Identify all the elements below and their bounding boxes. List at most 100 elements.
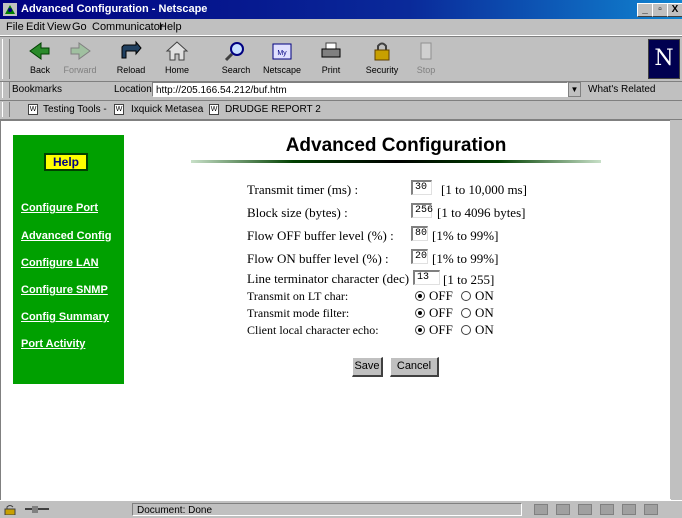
transmit-timer-hint: [1 to 10,000 ms] (441, 182, 527, 197)
back-label: Back (29, 65, 50, 75)
svg-text:My: My (277, 50, 287, 57)
toolbar-grip[interactable] (2, 39, 10, 79)
local-echo-off-radio[interactable] (415, 325, 425, 335)
back-button[interactable]: Back (22, 38, 58, 80)
transmit-mode-off-label: OFF (429, 305, 453, 320)
print-label: Print (321, 65, 341, 75)
transmit-lt-label: Transmit on LT char: (247, 289, 349, 303)
nav-configure-port[interactable]: Configure Port (21, 202, 98, 214)
nav-advanced-config[interactable]: Advanced Config (21, 230, 111, 242)
mail-icon[interactable] (556, 504, 570, 515)
status-text: Document: Done (132, 503, 522, 516)
line-terminator-input[interactable]: 13 (413, 270, 440, 285)
transmit-lt-on-radio[interactable] (461, 291, 471, 301)
close-button[interactable]: X (667, 3, 682, 17)
transmit-mode-on-label: ON (475, 305, 494, 320)
print-icon (321, 42, 341, 58)
forward-arrow-icon (70, 42, 91, 60)
block-size-label: Block size (bytes) : (247, 205, 348, 220)
search-icon (224, 42, 244, 62)
local-echo-label: Client local character echo: (247, 323, 379, 337)
transmit-mode-on-radio[interactable] (461, 308, 471, 318)
stop-button[interactable]: Stop (412, 38, 440, 80)
nav-configure-snmp[interactable]: Configure SNMP (21, 284, 108, 296)
bookmark-page-icon: W (114, 104, 124, 115)
window-title: Advanced Configuration - Netscape (21, 3, 208, 15)
composer-icon[interactable] (600, 504, 614, 515)
ixquick-link[interactable]: Ixquick Metasea (131, 104, 203, 115)
personal-toolbar: W Testing Tools - W Ixquick Metasea W DR… (0, 101, 682, 120)
help-button[interactable]: Help (44, 153, 88, 171)
flow-on-input[interactable]: 20 (411, 249, 428, 264)
page-content: Help Configure Port Advanced Config Conf… (0, 120, 671, 500)
transmit-timer-label: Transmit timer (ms) : (247, 182, 359, 197)
bookmark-page-icon: W (209, 104, 219, 115)
window-title-bar[interactable]: Advanced Configuration - Netscape _ ▫ X (0, 0, 682, 19)
forward-button[interactable]: Forward (60, 38, 100, 80)
edit-page-icon[interactable] (644, 504, 658, 515)
location-label: Location: (114, 84, 155, 95)
minimize-button[interactable]: _ (637, 3, 653, 17)
block-size-input[interactable]: 256 (411, 203, 433, 218)
netscape-app-icon (3, 3, 17, 16)
nav-port-activity[interactable]: Port Activity (21, 338, 85, 350)
location-grip[interactable] (2, 82, 10, 98)
home-icon (165, 41, 189, 61)
menu-communicator[interactable]: Communicator (92, 21, 164, 33)
personal-toolbar-grip[interactable] (2, 102, 10, 117)
home-button[interactable]: Home (160, 38, 194, 80)
address-book-icon[interactable] (622, 504, 636, 515)
netscape-icon: My (272, 43, 292, 60)
component-bar-icon[interactable] (534, 504, 548, 515)
maximize-button[interactable]: ▫ (652, 3, 668, 17)
reload-label: Reload (116, 65, 146, 75)
whats-related-button[interactable]: What's Related (588, 84, 656, 95)
nav-config-summary[interactable]: Config Summary (21, 311, 109, 323)
menu-edit[interactable]: Edit (26, 21, 45, 33)
transmit-mode-label: Transmit mode filter: (247, 306, 350, 320)
menu-file[interactable]: File (6, 21, 24, 33)
discussion-icon[interactable] (578, 504, 592, 515)
menu-bar: File Edit View Go Communicator Help (0, 19, 682, 36)
testing-tools-link[interactable]: Testing Tools - (43, 104, 107, 115)
menu-go[interactable]: Go (72, 21, 87, 33)
url-input[interactable]: http://205.166.54.212/buf.htm (152, 82, 568, 97)
drudge-report-link[interactable]: DRUDGE REPORT 2 (225, 104, 321, 115)
flow-off-input[interactable]: 80 (411, 226, 428, 241)
security-status-icon[interactable] (4, 504, 18, 515)
location-bar: Bookmarks Location: http://205.166.54.21… (0, 81, 682, 101)
netscape-label: Netscape (262, 65, 302, 75)
search-button[interactable]: Search (218, 38, 254, 80)
transmit-lt-off-label: OFF (429, 288, 453, 303)
security-button[interactable]: Security (362, 38, 402, 80)
transmit-mode-off-radio[interactable] (415, 308, 425, 318)
transmit-lt-off-radio[interactable] (415, 291, 425, 301)
flow-on-label: Flow ON buffer level (%) : (247, 251, 389, 266)
cancel-button[interactable]: Cancel (390, 357, 439, 377)
title-divider (191, 160, 601, 163)
flow-off-hint: [1% to 99%] (432, 228, 499, 243)
line-terminator-hint: [1 to 255] (443, 272, 495, 287)
search-label: Search (221, 65, 251, 75)
home-label: Home (164, 65, 189, 75)
menu-view[interactable]: View (47, 21, 71, 33)
status-bar: Document: Done (0, 500, 682, 518)
url-dropdown-button[interactable]: ▼ (568, 82, 581, 97)
local-echo-on-radio[interactable] (461, 325, 471, 335)
vertical-scrollbar[interactable] (670, 120, 682, 499)
bookmarks-button[interactable]: Bookmarks (12, 84, 62, 95)
menu-help[interactable]: Help (159, 21, 182, 33)
save-button[interactable]: Save (352, 357, 383, 377)
netscape-button[interactable]: My Netscape (262, 38, 302, 80)
print-button[interactable]: Print (316, 38, 346, 80)
local-echo-on-label: ON (475, 322, 494, 337)
connection-status-icon (25, 506, 49, 513)
transmit-timer-input[interactable]: 30 (411, 180, 432, 195)
reload-button[interactable]: Reload (112, 38, 150, 80)
bookmark-page-icon: W (28, 104, 38, 115)
stop-icon (420, 42, 432, 60)
nav-configure-lan[interactable]: Configure LAN (21, 257, 99, 269)
local-echo-off-label: OFF (429, 322, 453, 337)
sidebar: Help Configure Port Advanced Config Conf… (13, 135, 124, 384)
netscape-logo[interactable]: N (648, 39, 680, 79)
